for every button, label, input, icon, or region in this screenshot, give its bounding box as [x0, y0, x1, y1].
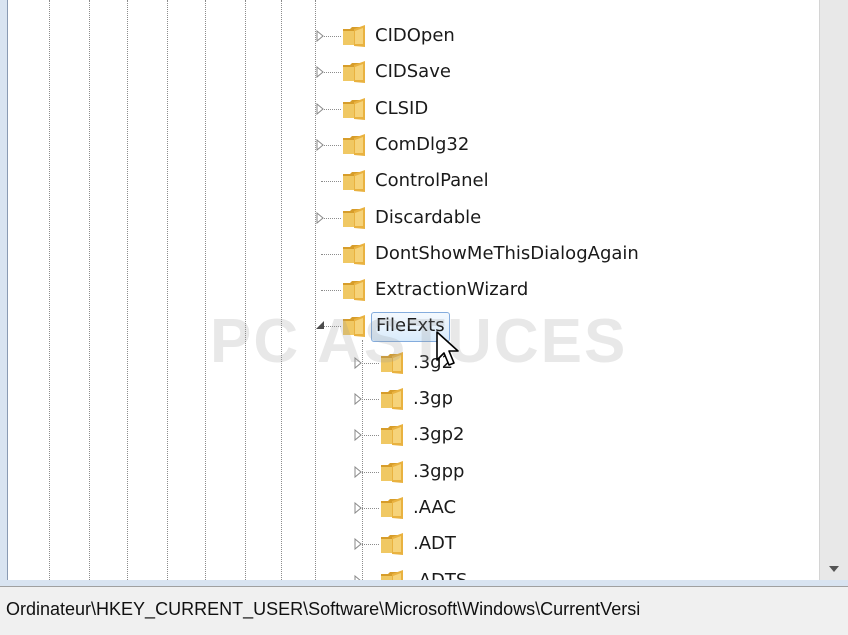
folder-icon — [381, 424, 403, 447]
expand-arrow-icon[interactable] — [351, 356, 365, 370]
tree-item-label[interactable]: .ADT — [409, 530, 460, 558]
tree-connector — [321, 290, 341, 292]
tree-item-cidsave[interactable]: CIDSave — [9, 54, 819, 90]
folder-icon — [381, 533, 403, 556]
registry-key-tree[interactable]: CIDOpen CIDSave CLSID ComDlg32 ControlPanel D… — [9, 0, 819, 582]
expand-arrow-icon[interactable] — [313, 29, 327, 43]
expand-arrow-icon[interactable] — [313, 211, 327, 225]
tree-item-label[interactable]: CIDSave — [371, 58, 455, 86]
expand-arrow-icon[interactable] — [351, 501, 365, 515]
folder-icon — [381, 351, 403, 374]
tree-item-discardable[interactable]: Discardable — [9, 200, 819, 236]
scroll-down-arrow-icon — [829, 566, 839, 572]
tree-item-label[interactable]: .3gp — [409, 385, 457, 413]
mouse-pointer-icon — [436, 331, 459, 366]
expand-arrow-icon[interactable] — [351, 392, 365, 406]
tree-connector — [321, 253, 341, 255]
tree-item-extractionwizard[interactable]: ExtractionWizard — [9, 272, 819, 308]
expand-arrow-icon[interactable] — [313, 65, 327, 79]
folder-icon — [343, 315, 365, 338]
tree-item-controlpanel[interactable]: ControlPanel — [9, 163, 819, 199]
tree-item-label[interactable]: .AAC — [409, 494, 460, 522]
tree-item-fileexts[interactable]: FileExts — [9, 308, 819, 344]
folder-icon — [381, 388, 403, 410]
tree-item-label[interactable]: Discardable — [371, 204, 485, 232]
tree-item-3gp2[interactable]: .3gp2 — [9, 417, 819, 453]
tree-item-clsid[interactable]: CLSID — [9, 91, 819, 127]
expand-arrow-icon[interactable] — [351, 537, 365, 551]
tree-item-3gpp[interactable]: .3gpp — [9, 454, 819, 490]
tree-item-dontshowmethisdialogagain[interactable]: DontShowMeThisDialogAgain — [9, 236, 819, 272]
folder-icon — [343, 242, 365, 265]
folder-icon — [343, 61, 365, 84]
tree-item-3gp[interactable]: .3gp — [9, 381, 819, 417]
key-path-text: Ordinateur\HKEY_CURRENT_USER\Software\Mi… — [6, 599, 641, 619]
tree-item-label[interactable]: ComDlg32 — [371, 131, 473, 159]
window-left-border — [0, 0, 8, 590]
folder-icon — [343, 133, 365, 156]
tree-item-label[interactable]: ControlPanel — [371, 167, 493, 195]
expand-arrow-icon[interactable] — [351, 428, 365, 442]
registry-editor-window: CIDOpen CIDSave CLSID ComDlg32 ControlPanel D… — [0, 0, 848, 635]
tree-item-3g2[interactable]: .3g2 — [9, 345, 819, 381]
vertical-scrollbar[interactable] — [819, 0, 848, 582]
tree-item-adt[interactable]: .ADT — [9, 526, 819, 562]
tree-connector — [321, 181, 341, 183]
tree-item-comdlg32[interactable]: ComDlg32 — [9, 127, 819, 163]
folder-icon — [343, 25, 365, 47]
expand-arrow-icon[interactable] — [313, 102, 327, 116]
collapse-arrow-icon[interactable] — [313, 319, 327, 333]
status-bar: Ordinateur\HKEY_CURRENT_USER\Software\Mi… — [0, 586, 848, 635]
tree-item-label[interactable]: ExtractionWizard — [371, 276, 532, 304]
folder-icon — [381, 496, 403, 519]
tree-item-label[interactable]: CLSID — [371, 95, 432, 123]
scroll-down-button[interactable] — [820, 556, 848, 582]
tree-item-cidopen[interactable]: CIDOpen — [9, 18, 819, 54]
tree-item-label[interactable]: .3gp2 — [409, 421, 468, 449]
folder-icon — [343, 97, 365, 120]
folder-icon — [381, 460, 403, 483]
tree-item-label[interactable]: CIDOpen — [371, 22, 459, 50]
tree-item-label[interactable]: .3gpp — [409, 458, 468, 486]
tree-item-aac[interactable]: .AAC — [9, 490, 819, 526]
tree-item-label[interactable]: DontShowMeThisDialogAgain — [371, 240, 643, 268]
expand-arrow-icon[interactable] — [313, 138, 327, 152]
folder-icon — [343, 170, 365, 193]
expand-arrow-icon[interactable] — [351, 465, 365, 479]
folder-icon — [343, 206, 365, 229]
folder-icon — [343, 279, 365, 302]
